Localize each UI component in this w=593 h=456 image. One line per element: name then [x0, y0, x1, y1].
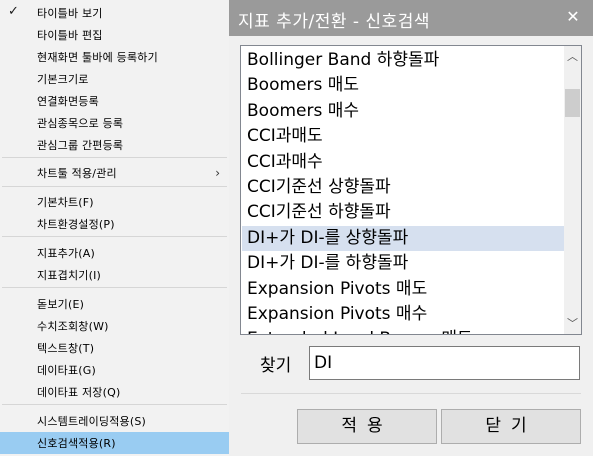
close-button[interactable]: 닫기 [441, 409, 581, 444]
list-item[interactable]: Extended Lead Bearer 매도 [242, 327, 564, 334]
dialog-divider [241, 393, 581, 394]
close-icon[interactable]: ✕ [563, 7, 583, 27]
context-menu: ✓ 타이틀바 보기타이틀바 편집현재화면 툴바에 등록하기기본크기로연결화면등록관… [0, 0, 229, 456]
menu-item-label: 관심종목으로 등록 [37, 117, 124, 130]
list-item[interactable]: Expansion Pivots 매도 [242, 277, 564, 302]
menu-item[interactable]: 관심그룹 간편등록 [0, 134, 229, 156]
list-item[interactable]: CCI기준선 하향돌파 [242, 200, 564, 225]
menu-separator [2, 186, 227, 187]
menu-item[interactable]: 차트환경설정(P) [0, 213, 229, 235]
list-scrollbar[interactable]: ︿ ﹀ [564, 46, 581, 334]
menu-item-label: 지표겹치기(I) [37, 269, 102, 282]
menu-item[interactable]: 수치조회창(W) [0, 315, 229, 337]
menu-item-label: 돋보기(E) [37, 298, 85, 311]
menu-item[interactable]: 지표추가(A) [0, 242, 229, 264]
menu-item-label: 기본차트(F) [37, 196, 94, 209]
list-item[interactable]: DI+가 DI-를 상향돌파 [242, 225, 564, 251]
menu-item[interactable]: ✓ 타이틀바 보기 [0, 2, 229, 24]
menu-item-label: 타이틀바 보기 [37, 7, 103, 20]
menu-item[interactable]: 텍스트창(T) [0, 337, 229, 359]
list-item[interactable]: CCI기준선 상향돌파 [242, 175, 564, 200]
menu-item[interactable]: 지표겹치기(I) [0, 264, 229, 286]
menu-item[interactable]: 관심종목으로 등록 [0, 112, 229, 134]
list-item[interactable]: Boomers 매수 [242, 99, 564, 124]
list-item[interactable]: DI+가 DI-를 하향돌파 [242, 251, 564, 276]
dialog-title: 지표 추가/전환 - 신호검색 [238, 12, 430, 32]
menu-item-label: 현재화면 툴바에 등록하기 [37, 51, 158, 64]
menu-item-label: 데이타표 저장(Q) [37, 386, 121, 399]
list-item[interactable]: Bollinger Band 하향돌파 [242, 48, 564, 73]
menu-item-label: 관심그룹 간편등록 [37, 139, 124, 152]
menu-item-label: 차트툴 적용/관리 [37, 167, 117, 180]
signal-list: Bollinger Band 하향돌파 Boomers 매도 Boomers 매수 C… [241, 46, 565, 334]
menu-item-label: 타이틀바 편집 [37, 29, 103, 42]
dialog-titlebar[interactable]: 지표 추가/전환 - 신호검색 ✕ [229, 0, 593, 36]
menu-item-label: 데이타표(G) [37, 364, 96, 377]
menu-item[interactable]: 돋보기(E) [0, 293, 229, 315]
menu-item-label: 시스템트레이딩적용(S) [37, 415, 147, 428]
menu-item[interactable]: 타이틀바 편집 [0, 24, 229, 46]
menu-item[interactable]: 데이타표(G) [0, 359, 229, 381]
check-icon: ✓ [8, 4, 19, 19]
menu-item[interactable]: 연결화면등록 [0, 90, 229, 112]
menu-item[interactable]: 기본크기로 [0, 68, 229, 90]
indicator-dialog: 지표 추가/전환 - 신호검색 ✕ Bollinger Band 하향돌파 Boo… [229, 0, 593, 456]
menu-separator [2, 157, 227, 158]
menu-item[interactable]: 차트툴 적용/관리 › [0, 162, 229, 184]
menu-item-label: 기본크기로 [37, 73, 89, 86]
list-item[interactable]: CCI과매도 [242, 124, 564, 149]
menu-item-label: 연결화면등록 [37, 95, 99, 108]
menu-item-label: 차트환경설정(P) [37, 218, 115, 231]
menu-item-label: 텍스트창(T) [37, 342, 95, 355]
find-label: 찾기 [260, 356, 292, 376]
scroll-down-icon[interactable]: ﹀ [564, 315, 581, 332]
chevron-right-icon: › [215, 166, 220, 180]
menu-item[interactable]: 기본차트(F) [0, 191, 229, 213]
menu-item-label: 지표추가(A) [37, 247, 95, 260]
menu-item-label: 신호검색적용(R) [37, 437, 116, 450]
menu-separator [2, 404, 227, 405]
list-item[interactable]: CCI과매수 [242, 150, 564, 175]
apply-button[interactable]: 적용 [297, 409, 437, 444]
list-item[interactable]: Boomers 매도 [242, 73, 564, 98]
menu-item[interactable]: 신호검색적용(R) [0, 432, 229, 454]
list-item[interactable]: Expansion Pivots 매수 [242, 302, 564, 327]
menu-item[interactable]: 현재화면 툴바에 등록하기 [0, 46, 229, 68]
menu-item[interactable]: 시스템트레이딩적용(S) [0, 410, 229, 432]
menu-separator [2, 236, 227, 237]
menu-item[interactable]: 데이타표 저장(Q) [0, 381, 229, 403]
find-input[interactable] [309, 346, 580, 380]
signal-listbox[interactable]: Bollinger Band 하향돌파 Boomers 매도 Boomers 매수 C… [240, 45, 582, 335]
scroll-thumb[interactable] [565, 89, 580, 117]
menu-separator [2, 287, 227, 288]
menu-item-label: 수치조회창(W) [37, 320, 109, 333]
scroll-up-icon[interactable]: ︿ [564, 48, 581, 65]
